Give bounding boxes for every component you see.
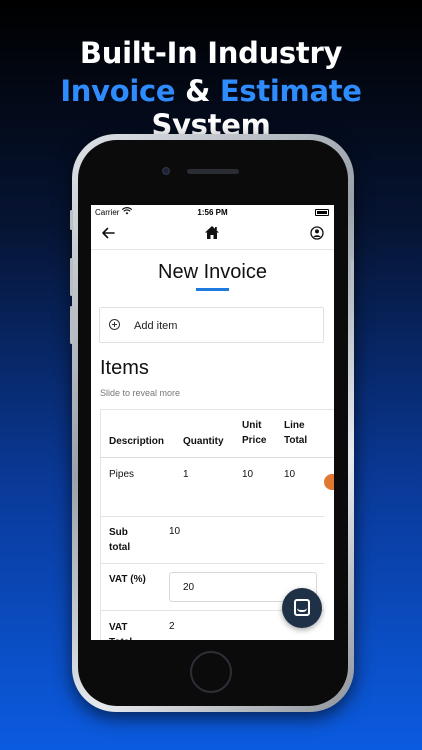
home-nav-button[interactable]: [204, 225, 220, 245]
back-button[interactable]: [101, 226, 115, 245]
vat-input-value: 20: [183, 582, 195, 593]
home-button[interactable]: [190, 651, 232, 693]
row-line-total: 10: [284, 469, 296, 480]
app-screen: Carrier 1:56 PM New Invoice Add item Ite…: [91, 205, 334, 640]
front-camera: [162, 167, 170, 175]
volume-down-button: [70, 306, 73, 344]
table-header-divider: [101, 457, 334, 458]
power-button: [351, 260, 354, 298]
subtotal-row: Sub total 10: [100, 516, 324, 564]
top-nav-bar: [91, 221, 334, 250]
earpiece-speaker: [187, 169, 239, 174]
col-description: Description: [109, 436, 165, 447]
add-item-label: Add item: [134, 320, 178, 332]
status-bar: Carrier 1:56 PM: [91, 205, 334, 220]
promo-ampersand: &: [185, 74, 211, 108]
col-unit-price: Unit Price: [242, 420, 267, 446]
items-hint: Slide to reveal more: [100, 388, 181, 398]
row-description: Pipes: [109, 469, 135, 480]
col-quantity: Quantity: [183, 436, 224, 447]
promo-headline-line1: Built-In Industry: [79, 36, 343, 70]
arrow-left-icon: [102, 227, 115, 239]
volume-up-button: [70, 258, 73, 296]
row-unit-price: 10: [242, 469, 254, 480]
add-item-button[interactable]: Add item: [99, 307, 324, 343]
mute-switch: [70, 210, 73, 230]
items-heading: Items: [100, 357, 149, 379]
user-circle-icon: [310, 226, 324, 240]
vat-total-label: VAT Total: [109, 622, 132, 640]
items-table[interactable]: Description Quantity Unit Price Line Tot…: [100, 409, 334, 518]
subtotal-label: Sub total: [109, 527, 131, 553]
vat-label: VAT (%): [109, 574, 146, 585]
vat-total-value: 2: [169, 621, 175, 632]
status-time: 1:56 PM: [197, 208, 228, 217]
row-action-button[interactable]: [324, 474, 334, 490]
home-icon: [205, 226, 219, 239]
col-line-total: Line Total: [284, 420, 308, 446]
subtotal-value: 10: [169, 526, 181, 537]
promo-invoice-word: Invoice: [60, 74, 176, 108]
plus-circle-icon: [109, 319, 120, 330]
chat-button[interactable]: [282, 588, 322, 628]
row-quantity: 1: [183, 469, 189, 480]
battery-icon: [315, 209, 329, 216]
title-underline: [196, 288, 229, 291]
page-title: New Invoice: [158, 261, 267, 283]
promo-estimate-word: Estimate: [219, 74, 362, 108]
promo-headline-line2: Invoice & Estimate System: [0, 74, 422, 142]
profile-button[interactable]: [310, 226, 324, 245]
